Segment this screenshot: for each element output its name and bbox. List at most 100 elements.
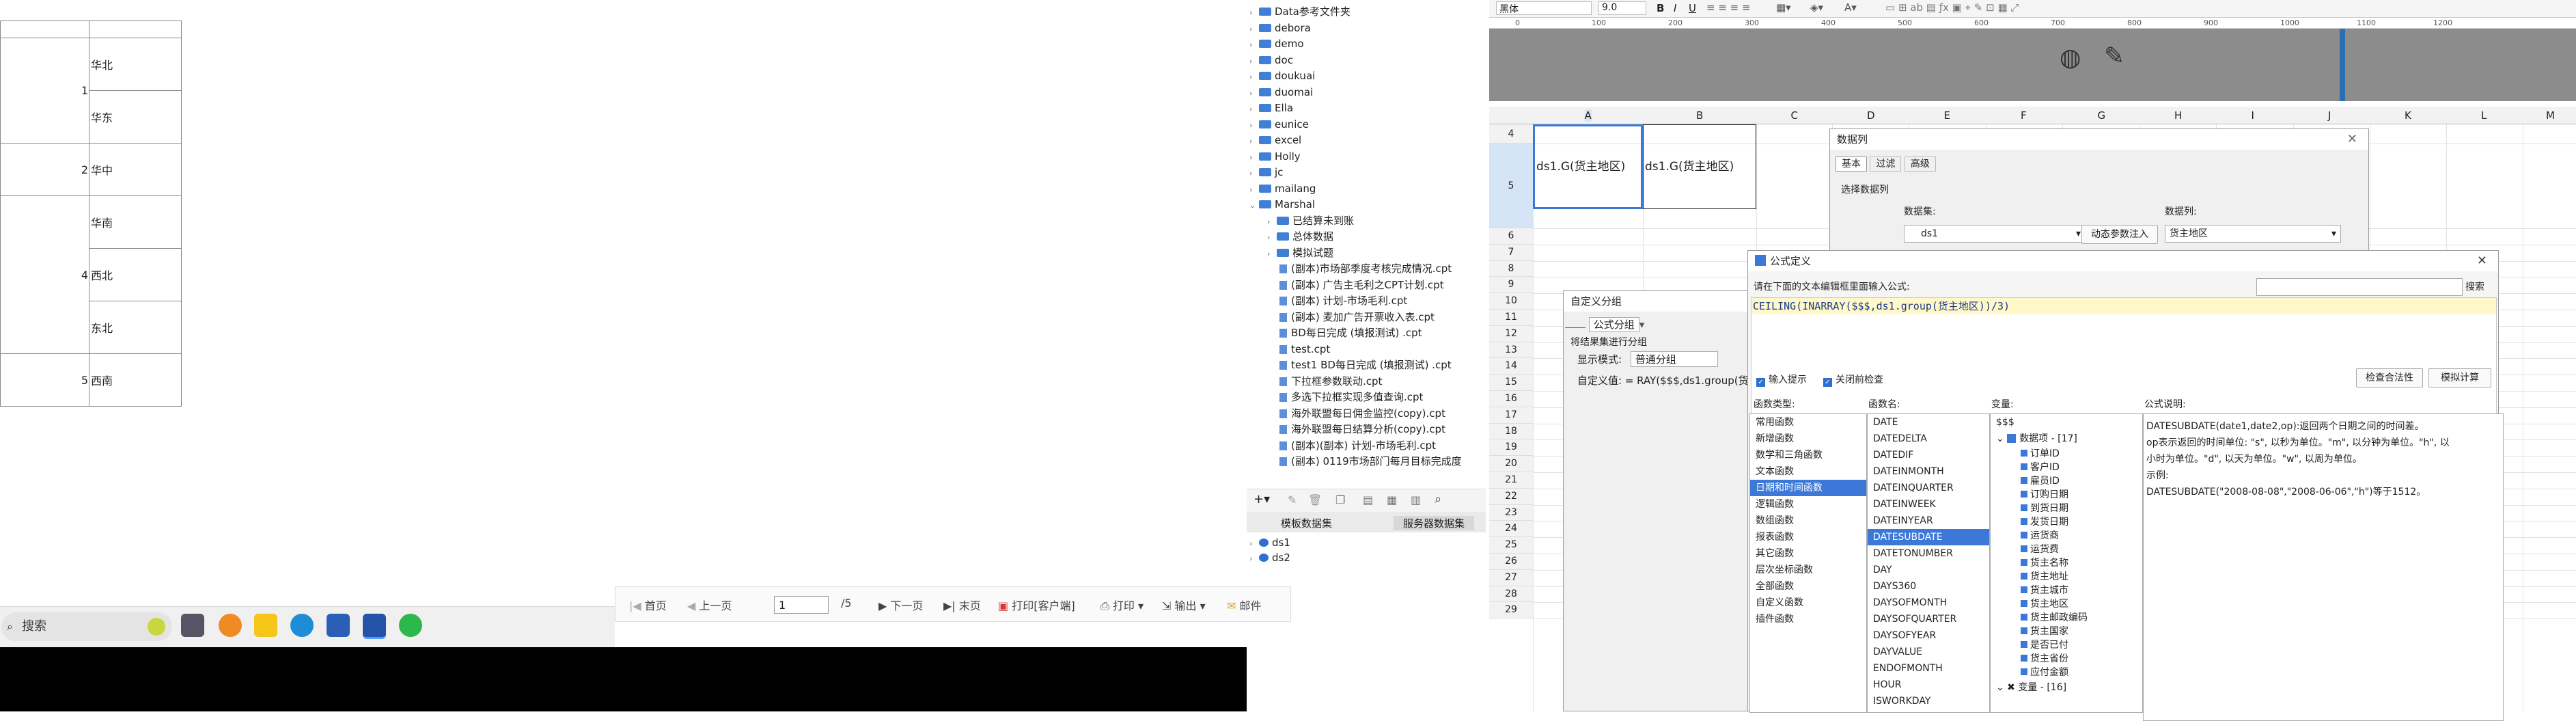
font-size-select[interactable]: 9.0 <box>1598 1 1646 15</box>
mail-button[interactable]: ✉ 邮件 <box>1227 597 1262 613</box>
tree-file[interactable]: (副本)(副本) 计划-市场毛利.cpt <box>1279 438 1436 453</box>
tree-folder[interactable]: › doc <box>1249 53 1293 68</box>
tree-file[interactable]: (副本) 广告主毛利之CPT计划.cpt <box>1279 277 1444 293</box>
close-icon[interactable]: ✕ <box>2477 254 2487 268</box>
font-select[interactable]: 黑体 <box>1496 1 1592 15</box>
variable-root[interactable]: $$$ <box>1991 414 2142 431</box>
formula-text[interactable]: CEILING(INARRAY($$$,ds1.group(货主地区))/3) <box>1751 298 2496 314</box>
row-header[interactable]: 11 <box>1489 310 1533 326</box>
simulate-button[interactable]: 模拟计算 <box>2428 368 2491 387</box>
page-number-input[interactable]: 1 <box>774 596 829 614</box>
delete-icon[interactable]: 🗑 <box>1308 493 1322 506</box>
tree-folder[interactable]: › excel <box>1249 133 1301 148</box>
row-header[interactable]: 24 <box>1489 521 1533 538</box>
tree-folder[interactable]: › Data参考文件夹 <box>1249 4 1351 19</box>
pencil-icon[interactable]: ✎ <box>2104 42 2124 70</box>
file-explorer-icon[interactable] <box>254 614 277 637</box>
function-name-item[interactable]: ISWORKDAY <box>1868 693 1989 709</box>
border-icon[interactable]: ▦▾ <box>1776 1 1791 14</box>
tree-folder[interactable]: › 模拟试题 <box>1267 245 1333 260</box>
function-category-item[interactable]: 逻辑函数 <box>1750 496 1866 513</box>
variable-item[interactable]: 货主地区 <box>1991 597 2142 611</box>
variable-item[interactable]: 运货商 <box>1991 529 2142 543</box>
row-header[interactable]: 13 <box>1489 342 1533 359</box>
tree-folder[interactable]: › jc <box>1249 165 1283 180</box>
wechat-icon[interactable] <box>399 614 422 637</box>
function-name-item[interactable]: DATE <box>1868 414 1989 431</box>
tree-file[interactable]: 海外联盟每日结算分析(copy).cpt <box>1279 422 1445 437</box>
check-validity-button[interactable]: 检查合法性 <box>2356 368 2423 387</box>
row-header[interactable]: 17 <box>1489 407 1533 424</box>
tree-folder[interactable]: › doukuai <box>1249 68 1315 83</box>
function-category-item[interactable]: 自定义函数 <box>1750 595 1866 611</box>
function-category-item[interactable]: 其它函数 <box>1750 545 1866 562</box>
function-category-item[interactable]: 数学和三角函数 <box>1750 447 1866 463</box>
tab-filter[interactable]: 过滤 <box>1870 157 1902 172</box>
function-name-item[interactable]: ENDOFMONTH <box>1868 660 1989 677</box>
function-name-item[interactable]: HOUR <box>1868 677 1989 693</box>
first-page-button[interactable]: |◀ 首页 <box>629 597 667 613</box>
misc-tool-icons[interactable]: ▭ ⊞ ab ▤ ƒx ▣ ⌖ ✎ ⊡ ▦ ⤢ <box>1885 1 2019 14</box>
column-header-a[interactable]: A <box>1584 109 1592 122</box>
variable-item[interactable]: 货主名称 <box>1991 556 2142 570</box>
tree-file[interactable]: 海外联盟每日佣金监控(copy).cpt <box>1279 406 1445 421</box>
column-header-b[interactable]: B <box>1696 109 1703 122</box>
column-header-g[interactable]: G <box>2098 109 2106 122</box>
row-header[interactable]: 18 <box>1489 423 1533 440</box>
tree-folder[interactable]: ⌄ Marshal <box>1249 197 1315 212</box>
row-header[interactable]: 5 <box>1489 144 1533 228</box>
cell-b5[interactable]: ds1.G(货主地区) <box>1643 124 1756 209</box>
connection-icon[interactable]: ▦ <box>1387 493 1397 506</box>
column-header-j[interactable]: J <box>2328 109 2331 122</box>
row-header[interactable]: 19 <box>1489 439 1533 457</box>
function-name-item[interactable]: DATEDIF <box>1868 447 1989 463</box>
row-header[interactable]: 14 <box>1489 358 1533 375</box>
tree-folder[interactable]: › mailang <box>1249 181 1316 196</box>
tree-file[interactable]: 多选下拉框实现多值查询.cpt <box>1279 390 1423 405</box>
fill-color-icon[interactable]: ◈▾ <box>1810 1 1823 14</box>
dataset-select[interactable]: ds1 ▾ <box>1904 225 2086 243</box>
variable-item[interactable]: 到货日期 <box>1991 502 2142 515</box>
row-header[interactable]: 29 <box>1489 602 1533 619</box>
column-header-h[interactable]: H <box>2174 109 2182 122</box>
finereport-icon[interactable] <box>363 614 386 639</box>
variable-item[interactable]: 运货费 <box>1991 543 2142 556</box>
variable-item[interactable]: 雇员ID <box>1991 474 2142 488</box>
mode-select[interactable]: 普通分组 <box>1630 351 1718 367</box>
tree-file[interactable]: test1 BD每日完成 (填报测试) .cpt <box>1279 357 1452 372</box>
row-header[interactable]: 25 <box>1489 537 1533 554</box>
variable-item[interactable]: 订购日期 <box>1991 488 2142 502</box>
design-canvas[interactable]: ◍ ✎ <box>1489 29 2576 101</box>
function-name-item[interactable]: DAYSOFQUARTER <box>1868 611 1989 627</box>
tree-file[interactable]: 下拉框参数联动.cpt <box>1279 374 1382 389</box>
variable-more[interactable]: ⌄ ✖ 变量 - [16] <box>1991 679 2142 696</box>
edit-icon[interactable]: ✎ <box>1288 493 1297 506</box>
last-page-button[interactable]: ▶| 末页 <box>943 597 981 613</box>
server-icon[interactable]: ▥ <box>1411 493 1421 506</box>
next-page-button[interactable]: ▶ 下一页 <box>878 597 923 613</box>
column-header-m[interactable]: M <box>2546 109 2555 122</box>
variable-dataset[interactable]: ⌄ 数据项 - [17] <box>1991 431 2142 447</box>
tree-folder[interactable]: › 已结算未到账 <box>1267 213 1354 228</box>
close-icon[interactable]: ✕ <box>2347 132 2357 146</box>
tree-file[interactable]: (副本) 0119市场部门每月目标完成度 <box>1279 454 1462 469</box>
function-category-item[interactable]: 文本函数 <box>1750 463 1866 480</box>
hidden-eye-icon[interactable]: ◍ <box>2060 44 2081 72</box>
column-header-f[interactable]: F <box>2021 109 2027 122</box>
export-button[interactable]: ⇲ 输出 ▾ <box>1162 597 1206 613</box>
row-header[interactable]: 9 <box>1489 277 1533 294</box>
function-name-item[interactable]: DATEDELTA <box>1868 431 1989 447</box>
copy-icon[interactable]: ❐ <box>1335 493 1345 506</box>
chat-app-icon[interactable] <box>219 614 242 637</box>
function-name-item[interactable]: DAYSOFMONTH <box>1868 595 1989 611</box>
row-header[interactable]: 16 <box>1489 391 1533 407</box>
function-category-item[interactable]: 新增函数 <box>1750 431 1866 447</box>
function-name-item[interactable]: DATESUBDATE <box>1868 529 1989 545</box>
function-name-item[interactable]: DATEINWEEK <box>1868 496 1989 513</box>
row-header[interactable]: 21 <box>1489 472 1533 489</box>
variable-item[interactable]: 订单ID <box>1991 447 2142 461</box>
formula-search-input[interactable] <box>2256 278 2463 296</box>
function-name-item[interactable]: DAYSOFYEAR <box>1868 627 1989 644</box>
function-category-item[interactable]: 常用函数 <box>1750 414 1866 431</box>
function-name-item[interactable]: DATEINQUARTER <box>1868 480 1989 496</box>
